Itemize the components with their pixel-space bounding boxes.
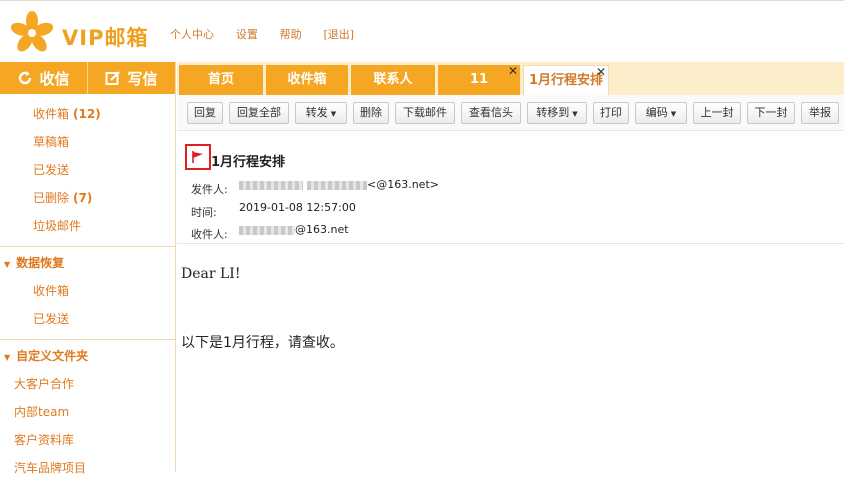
logo-flower-icon (10, 11, 54, 52)
top-header: VIP邮箱 个人中心 设置 帮助 [退出] (0, 0, 844, 62)
body-greeting: Dear LI! (181, 266, 241, 282)
link-settings[interactable]: 设置 (236, 28, 258, 41)
custom-folder-item[interactable]: 大客户合作 (0, 370, 175, 398)
view-header-button[interactable]: 查看信头 (461, 102, 521, 124)
compose-icon (105, 71, 121, 85)
reply-button[interactable]: 回复 (187, 102, 223, 124)
receive-label: 收信 (39, 69, 70, 88)
unread-count: (12) (73, 107, 101, 121)
logo[interactable]: VIP邮箱 (10, 11, 160, 53)
mail-header: 1月行程安排 发件人: <@163.net> 时间: 2019-01-08 12… (177, 131, 844, 244)
tab-email-1month[interactable]: 1月行程安排 ✕ (523, 65, 609, 95)
tab-contacts[interactable]: 联系人 (351, 65, 435, 95)
from-address-text: <@163.net> (367, 178, 439, 191)
sidebar: 收信 写信 收件箱 (12) 草稿箱 已发送 已删除 (7) 垃圾邮件 ▼ 数据恢复 … (0, 62, 176, 475)
link-logout[interactable]: [退出] (323, 28, 354, 41)
triangle-down-icon: ▼ (4, 260, 11, 269)
tab-bar: 首页 收件箱 联系人 11 ✕ 1月行程安排 ✕ (177, 62, 844, 95)
print-button[interactable]: 打印 (593, 102, 629, 124)
next-mail-button[interactable]: 下一封 (747, 102, 795, 124)
sidebar-actions: 收信 写信 (0, 62, 175, 94)
tab-11[interactable]: 11 ✕ (438, 64, 520, 95)
folder-inbox[interactable]: 收件箱 (12) (0, 100, 175, 128)
link-help[interactable]: 帮助 (280, 28, 302, 41)
caret-down-icon: ▼ (670, 110, 677, 118)
forward-button[interactable]: 转发 ▼ (295, 102, 347, 124)
receive-button[interactable]: 收信 (0, 62, 87, 94)
time-label: 时间: (191, 206, 217, 219)
custom-folder-title[interactable]: ▼ 自定义文件夹 (0, 342, 175, 370)
tab-inbox[interactable]: 收件箱 (266, 65, 348, 95)
tab-home[interactable]: 首页 (179, 65, 263, 95)
from-label: 发件人: (191, 183, 228, 196)
redacted-address (307, 180, 367, 190)
folder-deleted[interactable]: 已删除 (7) (0, 184, 175, 212)
close-icon[interactable]: ✕ (596, 57, 606, 87)
caret-down-icon: ▼ (330, 110, 337, 118)
mail-subject: 1月行程安排 (211, 155, 286, 170)
move-to-button[interactable]: 转移到 ▼ (527, 102, 587, 124)
caret-down-icon: ▼ (572, 110, 578, 118)
download-mail-button[interactable]: 下载邮件 (395, 102, 455, 124)
to-label: 收件人: (191, 228, 228, 241)
link-user-center[interactable]: 个人中心 (170, 28, 214, 41)
triangle-down-icon: ▼ (4, 353, 11, 362)
to-value: @163.net (239, 223, 349, 236)
compose-label: 写信 (127, 69, 158, 88)
recovery-section: ▼ 数据恢复 收件箱 已发送 (0, 246, 175, 333)
recovery-inbox[interactable]: 收件箱 (0, 277, 175, 305)
compose-button[interactable]: 写信 (87, 62, 175, 94)
redacted-name (239, 180, 303, 190)
folder-sent[interactable]: 已发送 (0, 156, 175, 184)
close-icon[interactable]: ✕ (508, 56, 518, 86)
top-links: 个人中心 设置 帮助 [退出] (170, 26, 372, 42)
logo-text: VIP邮箱 (62, 26, 149, 50)
mail-toolbar: 回复 回复全部 转发 ▼ 删除 下载邮件 查看信头 转移到 ▼ 打印 编码 ▼ 上一封… (177, 95, 844, 131)
report-button[interactable]: 举报 (801, 102, 839, 124)
mail-body: Dear LI! 以下是1月行程，请查收。 (177, 244, 844, 472)
folder-drafts[interactable]: 草稿箱 (0, 128, 175, 156)
custom-folder-item[interactable]: 客户资料库 (0, 426, 175, 454)
red-flag-icon (192, 151, 203, 163)
body-text: 以下是1月行程，请查收。 (181, 335, 344, 351)
deleted-count: (7) (73, 191, 93, 205)
to-address-text: @163.net (295, 223, 349, 236)
from-value: <@163.net> (239, 178, 439, 191)
flag-button[interactable] (185, 144, 211, 170)
reply-all-button[interactable]: 回复全部 (229, 102, 289, 124)
folder-spam[interactable]: 垃圾邮件 (0, 212, 175, 240)
encoding-button[interactable]: 编码 ▼ (635, 102, 687, 124)
recovery-title[interactable]: ▼ 数据恢复 (0, 249, 175, 277)
custom-folder-section: ▼ 自定义文件夹 大客户合作 内部team 客户资料库 汽车品牌项目 (0, 339, 175, 482)
prev-mail-button[interactable]: 上一封 (693, 102, 741, 124)
recovery-sent[interactable]: 已发送 (0, 305, 175, 333)
delete-button[interactable]: 删除 (353, 102, 389, 124)
refresh-icon (19, 71, 32, 85)
time-value: 2019-01-08 12:57:00 (239, 201, 356, 214)
custom-folder-item[interactable]: 内部team (0, 398, 175, 426)
custom-folder-item[interactable]: 汽车品牌项目 (0, 454, 175, 482)
redacted-address (239, 225, 295, 235)
